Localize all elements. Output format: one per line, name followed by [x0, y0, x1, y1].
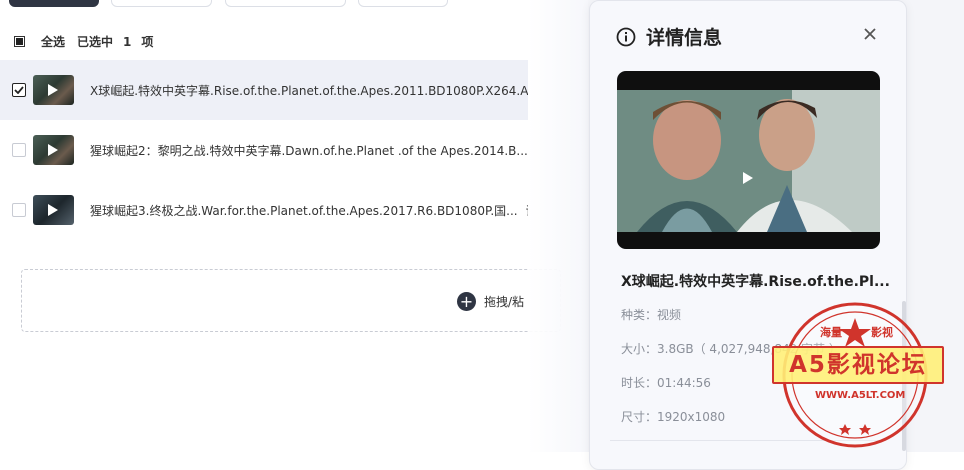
video-frame — [617, 90, 880, 232]
watermark-url: WWW.A5LT.COM — [815, 390, 906, 401]
dropzone-hint: + 拖拽/粘 — [457, 292, 524, 311]
details-file-title: X球崛起.特效中英字幕.Rise.of.the.Pl... — [621, 274, 890, 290]
details-dimensions: 尺寸：1920x1080 — [621, 410, 726, 424]
video-thumbnail[interactable] — [33, 75, 74, 105]
toolbar-button-3[interactable] — [225, 0, 346, 7]
details-kind: 种类：视频 — [621, 308, 682, 322]
select-all-label[interactable]: 全选 — [41, 33, 65, 50]
selection-bar: 全选 已选中 1 项 — [14, 33, 153, 50]
selected-prefix: 已选中 — [77, 35, 114, 49]
close-icon[interactable] — [862, 26, 878, 42]
watermark-top-right: 影视 — [871, 326, 893, 339]
file-name[interactable]: 猩球崛起3.终极之战.War.for.the.Planet.of.the.Ape… — [90, 202, 518, 219]
watermark-top-left: 海量 — [820, 326, 842, 339]
play-icon — [48, 84, 58, 96]
video-still — [617, 90, 880, 232]
select-all-checkbox[interactable] — [14, 36, 25, 47]
file-name[interactable]: 猩球崛起2：黎明之战.特效中英字幕.Dawn.of.he.Planet .of … — [90, 142, 528, 159]
file-list: X球崛起.特效中英字幕.Rise.of.the.Planet.of.the.Ap… — [0, 60, 528, 240]
details-header: 详情信息 — [616, 23, 722, 50]
file-row[interactable]: 猩球崛起2：黎明之战.特效中英字幕.Dawn.of.he.Planet .of … — [0, 120, 528, 180]
row-checkbox[interactable] — [12, 203, 26, 217]
toolbar-button-2[interactable] — [111, 0, 212, 7]
info-icon — [616, 27, 636, 46]
check-icon — [14, 86, 24, 94]
selected-count: 1 — [123, 34, 132, 49]
toolbar-button-4[interactable] — [358, 0, 448, 7]
file-row[interactable]: 猩球崛起3.终极之战.War.for.the.Planet.of.the.Ape… — [0, 180, 528, 240]
row-checkbox[interactable] — [12, 143, 26, 157]
file-row[interactable]: X球崛起.特效中英字幕.Rise.of.the.Planet.of.the.Ap… — [0, 60, 528, 120]
video-preview[interactable] — [617, 71, 880, 249]
plus-circle-icon[interactable]: + — [457, 292, 476, 311]
details-duration: 时长：01:44:56 — [621, 376, 711, 390]
selected-suffix: 项 — [141, 35, 154, 49]
watermark-banner: A5影视论坛 — [772, 346, 944, 384]
video-thumbnail[interactable] — [33, 195, 74, 225]
dropzone-label: 拖拽/粘 — [484, 295, 525, 309]
upload-dropzone[interactable]: + 拖拽/粘 — [21, 269, 561, 332]
toolbar-button-primary[interactable] — [9, 0, 99, 7]
play-icon — [48, 204, 58, 216]
video-thumbnail[interactable] — [33, 135, 74, 165]
file-name[interactable]: X球崛起.特效中英字幕.Rise.of.the.Planet.of.the.Ap… — [90, 82, 528, 99]
row-checkbox[interactable] — [12, 83, 26, 97]
play-icon — [48, 144, 58, 156]
overlay-fade — [528, 0, 588, 452]
details-title: 详情信息 — [646, 27, 723, 49]
